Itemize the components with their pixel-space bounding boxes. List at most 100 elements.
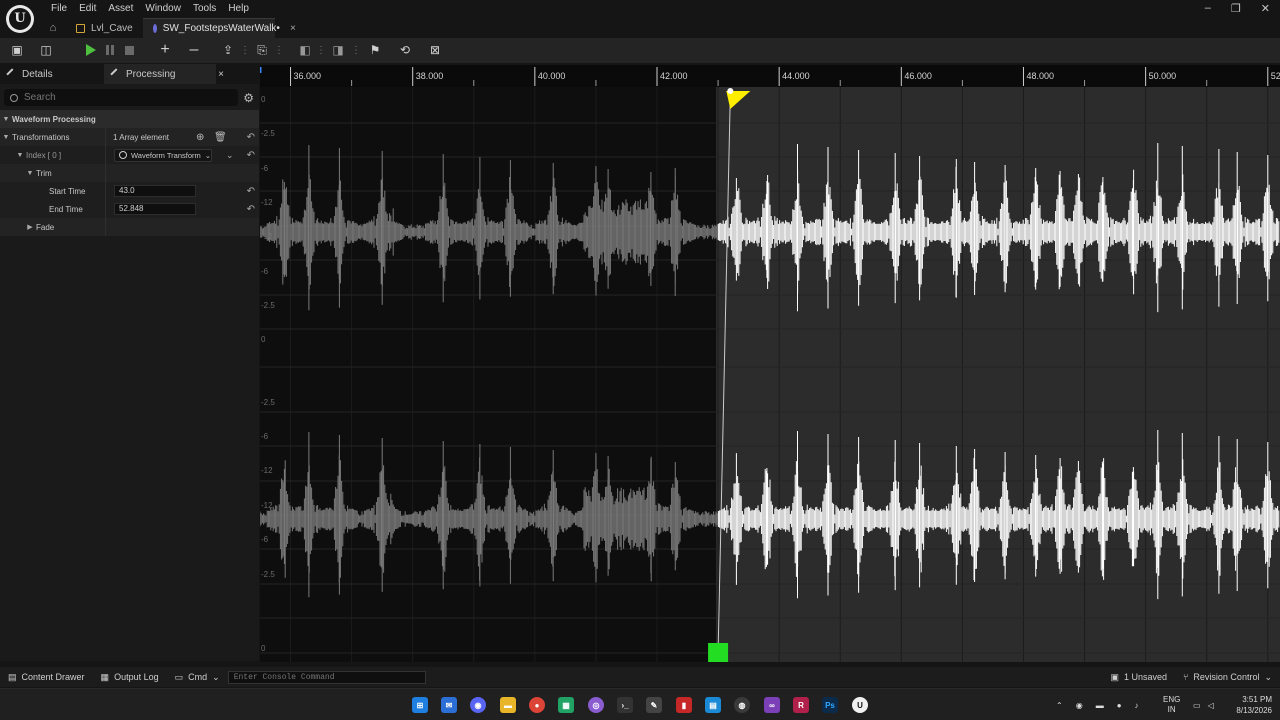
chevron-down-icon: ⌄ bbox=[212, 671, 220, 682]
transform-type-dropdown[interactable]: Waveform Transform ⌄ bbox=[114, 148, 212, 162]
microphone-icon[interactable]: ♪ bbox=[1135, 701, 1139, 710]
visual-studio-icon[interactable]: ∞ bbox=[764, 697, 780, 713]
waveform-viewer[interactable]: 0 -2.5 -6 -12 -12 -6 -2.5 0 -2.5 -6 -12 -12 -6 -2.5 0 3… bbox=[260, 65, 1280, 662]
save-icon[interactable]: ▣ bbox=[9, 42, 25, 58]
end-time-field[interactable]: 52.848 bbox=[114, 203, 196, 215]
menu-file[interactable]: File bbox=[45, 2, 73, 16]
chrome-icon[interactable]: ● bbox=[529, 697, 545, 713]
ruler-tick-label: 40.000 bbox=[538, 71, 566, 81]
home-tab-icon[interactable]: ⌂ bbox=[40, 18, 66, 38]
drawer-icon: ▤ bbox=[8, 671, 17, 682]
sheets-icon[interactable]: ▦ bbox=[558, 697, 574, 713]
reset-icon[interactable]: ↶ bbox=[247, 150, 255, 161]
title-bar: U File Edit Asset Window Tools Help – ❐ … bbox=[0, 0, 1280, 38]
minimize-button[interactable]: – bbox=[1205, 2, 1211, 15]
tab-soundwave[interactable]: SW_FootstepsWaterWalk• × bbox=[142, 18, 296, 38]
clock[interactable]: 3:51 PM 8/13/2026 bbox=[1226, 689, 1272, 720]
pause-button[interactable] bbox=[102, 42, 118, 58]
ruler-tick-label: 42.000 bbox=[660, 71, 688, 81]
menu-help[interactable]: Help bbox=[222, 2, 255, 16]
obs-icon[interactable]: ◍ bbox=[734, 697, 750, 713]
row-trim[interactable]: ▼ Trim bbox=[0, 164, 259, 182]
menu-tools[interactable]: Tools bbox=[187, 2, 222, 16]
volume-icon[interactable]: ◁ bbox=[1208, 701, 1214, 710]
tray-app-icon[interactable]: ▬ bbox=[1096, 701, 1104, 710]
tab-close-icon[interactable]: × bbox=[290, 23, 296, 34]
folder-icon[interactable]: ▬ bbox=[500, 697, 516, 713]
language-indicator[interactable]: ENG IN bbox=[1163, 689, 1180, 720]
stop-icon bbox=[124, 45, 134, 55]
loop-icon[interactable]: ⟲ bbox=[397, 42, 413, 58]
app-red-icon[interactable]: ▮ bbox=[676, 697, 692, 713]
unsaved-button[interactable]: ▣ 1 Unsaved bbox=[1102, 672, 1175, 683]
row-fade[interactable]: ▶ Fade bbox=[0, 218, 259, 236]
search-input[interactable] bbox=[24, 92, 224, 103]
unreal-logo-icon[interactable]: U bbox=[6, 5, 34, 33]
row-transformations[interactable]: ▼ Transformations 1 Array element ⊕ 🗑 ↶ bbox=[0, 128, 259, 146]
panel-tabs: Details Processing × bbox=[0, 64, 259, 84]
discord-tray-icon[interactable]: ◉ bbox=[1076, 701, 1083, 710]
chrome-tray-icon[interactable]: ● bbox=[1117, 701, 1122, 710]
add-element-icon[interactable]: ⊕ bbox=[196, 132, 204, 143]
fade-label: Fade bbox=[36, 222, 55, 232]
rider-icon[interactable]: R bbox=[793, 697, 809, 713]
tab-details[interactable]: Details bbox=[0, 64, 104, 84]
marker-icon[interactable]: ⚑ bbox=[367, 42, 383, 58]
row-index[interactable]: ▼ Index [ 0 ] Waveform Transform ⌄ ⌄ ↶ bbox=[0, 146, 259, 164]
cmd-dropdown[interactable]: ▭ Cmd ⌄ bbox=[167, 672, 228, 683]
fade-in-icon[interactable]: ◧ bbox=[297, 42, 313, 58]
editor-toolbar: ▣ ◫ + – ⇪ ⋮ ⎘ ⋮ ◧ ⋮ ◨ ⋮ ⚑ ⟲ ⊠ bbox=[0, 38, 1280, 63]
settings-gear-icon[interactable]: ⚙ bbox=[243, 91, 254, 105]
output-log-button[interactable]: ▦ Output Log bbox=[93, 672, 167, 683]
maximize-button[interactable]: ❐ bbox=[1231, 2, 1241, 15]
close-window-button[interactable]: ✕ bbox=[1261, 2, 1270, 15]
content-drawer-button[interactable]: ▤ Content Drawer bbox=[0, 672, 93, 683]
play-button[interactable] bbox=[83, 42, 99, 58]
tab-level[interactable]: Lvl_Cave bbox=[66, 18, 143, 38]
zoom-out-icon[interactable]: – bbox=[186, 41, 202, 58]
waveform-canvas[interactable]: 0-2.5-6-12-12-6-2.50-2.5-6-12-12-6-2.503… bbox=[260, 65, 1280, 662]
chevron-up-icon[interactable]: ⌃ bbox=[1056, 701, 1063, 710]
reset-icon[interactable]: ↶ bbox=[247, 186, 255, 197]
mail-icon[interactable]: ✉ bbox=[441, 697, 457, 713]
windows-start-icon[interactable]: ⊞ bbox=[412, 697, 428, 713]
menu-edit[interactable]: Edit bbox=[73, 2, 102, 16]
chevron-down-icon[interactable]: ⌄ bbox=[226, 150, 234, 161]
section-waveform-processing[interactable]: ▼ Waveform Processing bbox=[0, 110, 259, 128]
array-count: 1 Array element bbox=[113, 132, 170, 142]
reset-icon[interactable]: ↶ bbox=[247, 132, 255, 143]
trim-icon[interactable]: ⊠ bbox=[427, 42, 443, 58]
revision-control-button[interactable]: ⑂ Revision Control ⌄ bbox=[1175, 672, 1280, 683]
toolbar-separator: ⋮ bbox=[351, 44, 361, 56]
start-time-field[interactable]: 43.0 bbox=[114, 185, 196, 197]
close-panel-icon[interactable]: × bbox=[218, 69, 224, 80]
toolbar-separator: ⋮ bbox=[316, 44, 326, 56]
db-label: -2.5 bbox=[261, 129, 275, 138]
index-label: Index [ 0 ] bbox=[26, 150, 62, 160]
cmd-label: Cmd bbox=[188, 672, 208, 682]
zoom-in-icon[interactable]: + bbox=[157, 41, 173, 58]
discord-icon[interactable]: ◉ bbox=[470, 697, 486, 713]
export-icon[interactable]: ⇪ bbox=[220, 42, 236, 58]
fade-out-icon[interactable]: ◨ bbox=[330, 42, 346, 58]
reset-icon[interactable]: ↶ bbox=[247, 204, 255, 215]
terminal-icon[interactable]: ›_ bbox=[617, 697, 633, 713]
photoshop-icon[interactable]: Ps bbox=[822, 697, 838, 713]
stop-button[interactable] bbox=[121, 42, 137, 58]
console-input[interactable] bbox=[227, 670, 426, 684]
github-icon[interactable]: ◎ bbox=[588, 697, 604, 713]
notepad-icon[interactable]: ✎ bbox=[646, 697, 662, 713]
tab-soundwave-label: SW_FootstepsWaterWalk• bbox=[162, 23, 280, 34]
menu-window[interactable]: Window bbox=[139, 2, 187, 16]
delete-icon[interactable]: 🗑 bbox=[214, 132, 227, 143]
network-icon[interactable]: ▭ bbox=[1193, 701, 1201, 710]
details-panel: Details Processing × ⚙ ▼ Waveform Proces… bbox=[0, 64, 259, 661]
browse-icon[interactable]: ◫ bbox=[38, 42, 54, 58]
db-label: -2.5 bbox=[261, 398, 275, 407]
unreal-engine-icon[interactable]: U bbox=[852, 697, 868, 713]
import-icon[interactable]: ⎘ bbox=[254, 42, 270, 58]
calculator-icon[interactable]: ▤ bbox=[705, 697, 721, 713]
db-label: -6 bbox=[261, 432, 269, 441]
menu-asset[interactable]: Asset bbox=[102, 2, 139, 16]
tab-processing[interactable]: Processing × bbox=[104, 64, 224, 84]
